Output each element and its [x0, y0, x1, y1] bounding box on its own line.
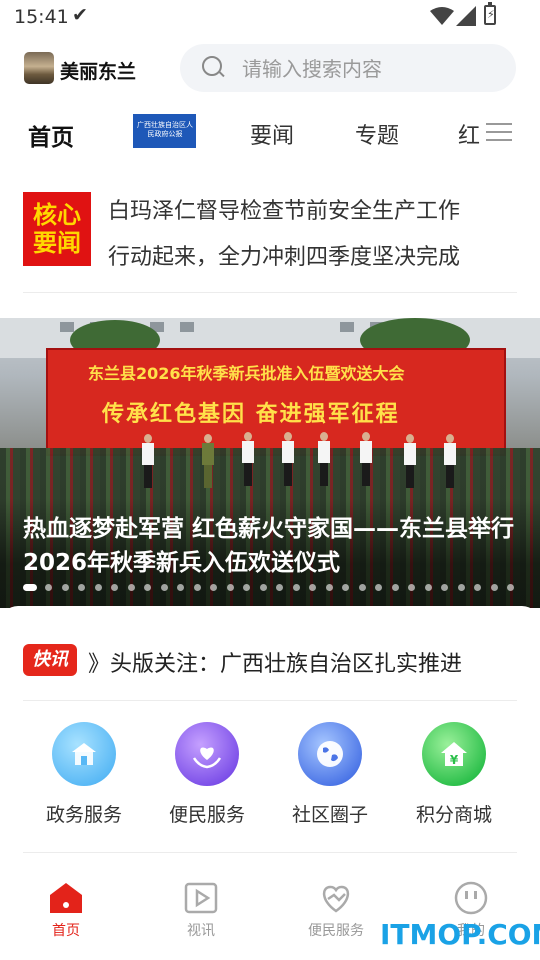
carousel-dot[interactable] [94, 584, 102, 591]
carousel-dot[interactable] [457, 584, 465, 591]
carousel-dot[interactable] [23, 584, 37, 591]
person [282, 432, 294, 486]
carousel-dot[interactable] [243, 584, 250, 591]
tab-gazette-label: 广西壮族自治区人民政府公报 [137, 121, 193, 138]
home-icon [48, 880, 84, 916]
person [318, 432, 330, 486]
channel-menu-icon[interactable] [484, 120, 514, 144]
person [242, 432, 254, 486]
nav-video[interactable]: 视讯 [151, 880, 251, 940]
search-bar[interactable] [180, 44, 516, 94]
carousel-dot[interactable] [441, 584, 448, 591]
carousel-dot[interactable] [292, 584, 300, 591]
search-input[interactable] [240, 44, 504, 94]
stage-backdrop: 东兰县2026年秋季新兵批准入伍暨欢送大会 传承红色基因 奋进强军征程 [46, 348, 506, 456]
person [444, 434, 456, 488]
carousel-dot[interactable] [127, 584, 135, 591]
person [202, 434, 214, 488]
carousel-dot[interactable] [144, 584, 151, 591]
heart-icon [318, 880, 354, 916]
divider [23, 700, 517, 701]
core-news-badge: 核心 要闻 [23, 192, 91, 266]
carousel-dot[interactable] [474, 584, 481, 591]
tab-topics[interactable]: 专题 [355, 118, 399, 150]
carousel-dot[interactable] [259, 584, 267, 591]
core-news-ticker[interactable]: 核心 要闻 白玛泽仁督导检查节前安全生产工作 行动起来，全力冲刺四季度坚决完成 [0, 182, 540, 292]
carousel-dot[interactable] [61, 584, 69, 591]
tab-news[interactable]: 要闻 [250, 118, 294, 150]
flash-news-badge: 快讯 [23, 644, 77, 676]
profile-icon [453, 880, 489, 916]
nav-convenience[interactable]: 便民服务 [286, 880, 386, 940]
wifi-icon [430, 7, 454, 25]
clock-time: 15:41 [14, 6, 69, 28]
signal-icon [456, 6, 476, 26]
carousel-dot[interactable] [309, 584, 316, 591]
divider [23, 852, 517, 853]
checkmark-icon: ✔ [72, 4, 88, 26]
carousel-dot[interactable] [111, 584, 118, 591]
carousel-dot[interactable] [325, 584, 333, 591]
tab-government-gazette[interactable]: 广西壮族自治区人民政府公报 [133, 114, 196, 148]
status-bar: 15:41 ✔ ⚡ [0, 0, 540, 36]
stage-title: 东兰县2026年秋季新兵批准入伍暨欢送大会 [88, 364, 405, 383]
carousel-dot[interactable] [342, 584, 349, 591]
carousel-dot[interactable] [358, 584, 366, 591]
carousel-dot[interactable] [45, 584, 52, 591]
carousel-indicator[interactable] [23, 584, 523, 592]
channel-tabs: 首页 广西壮族自治区人民政府公报 要闻 专题 红 [0, 108, 540, 158]
headline-line-2[interactable]: 行动起来，全力冲刺四季度坚决完成 [108, 239, 518, 271]
tab-red[interactable]: 红 [458, 118, 480, 150]
banner-title[interactable]: 热血逐梦赴军营 红色薪火守家国——东兰县举行2026年秋季新兵入伍欢送仪式 [23, 512, 523, 580]
tab-home[interactable]: 首页 [28, 118, 74, 152]
app-logo [24, 52, 54, 84]
app-title: 美丽东兰 [60, 61, 137, 83]
carousel-dot[interactable] [375, 584, 382, 591]
person [142, 434, 154, 488]
carousel-dot[interactable] [226, 584, 234, 591]
nav-home[interactable]: 首页 [16, 880, 116, 940]
watermark: ITMOP.COM [380, 918, 540, 951]
carousel-dot[interactable] [210, 584, 217, 591]
carousel-dot[interactable] [408, 584, 415, 591]
carousel-dot[interactable] [160, 584, 168, 591]
person [360, 432, 372, 486]
headline-line-1[interactable]: 白玛泽仁督导检查节前安全生产工作 [108, 193, 518, 225]
divider [23, 292, 517, 293]
hero-banner[interactable]: 东兰县2026年秋季新兵批准入伍暨欢送大会 传承红色基因 奋进强军征程 热血逐梦… [0, 318, 540, 608]
carousel-dot[interactable] [424, 584, 432, 591]
carousel-dot[interactable] [391, 584, 399, 591]
flash-news-text[interactable]: 》头版关注：广西壮族自治区扎实推进 [88, 646, 518, 678]
battery-icon: ⚡ [484, 2, 496, 25]
stage-slogan: 传承红色基因 奋进强军征程 [102, 402, 400, 427]
service-convenience[interactable]: 便民服务 [157, 722, 257, 827]
search-icon [202, 56, 222, 76]
person [404, 434, 416, 488]
heart-hands-icon [175, 722, 239, 786]
carousel-dot[interactable] [78, 584, 85, 591]
service-points-mall[interactable]: ¥ 积分商城 [404, 722, 504, 827]
government-icon [52, 722, 116, 786]
app-header: 美丽东兰 [0, 44, 540, 96]
yuan-house-icon: ¥ [422, 722, 486, 786]
carousel-dot[interactable] [276, 584, 283, 591]
carousel-dot[interactable] [507, 584, 514, 591]
carousel-dot[interactable] [490, 584, 498, 591]
video-icon [183, 880, 219, 916]
carousel-dot[interactable] [193, 584, 201, 591]
svg-text:¥: ¥ [450, 753, 459, 767]
carousel-dot[interactable] [177, 584, 184, 591]
service-community[interactable]: 社区圈子 [280, 722, 380, 827]
service-government[interactable]: 政务服务 [34, 722, 134, 827]
globe-icon [298, 722, 362, 786]
